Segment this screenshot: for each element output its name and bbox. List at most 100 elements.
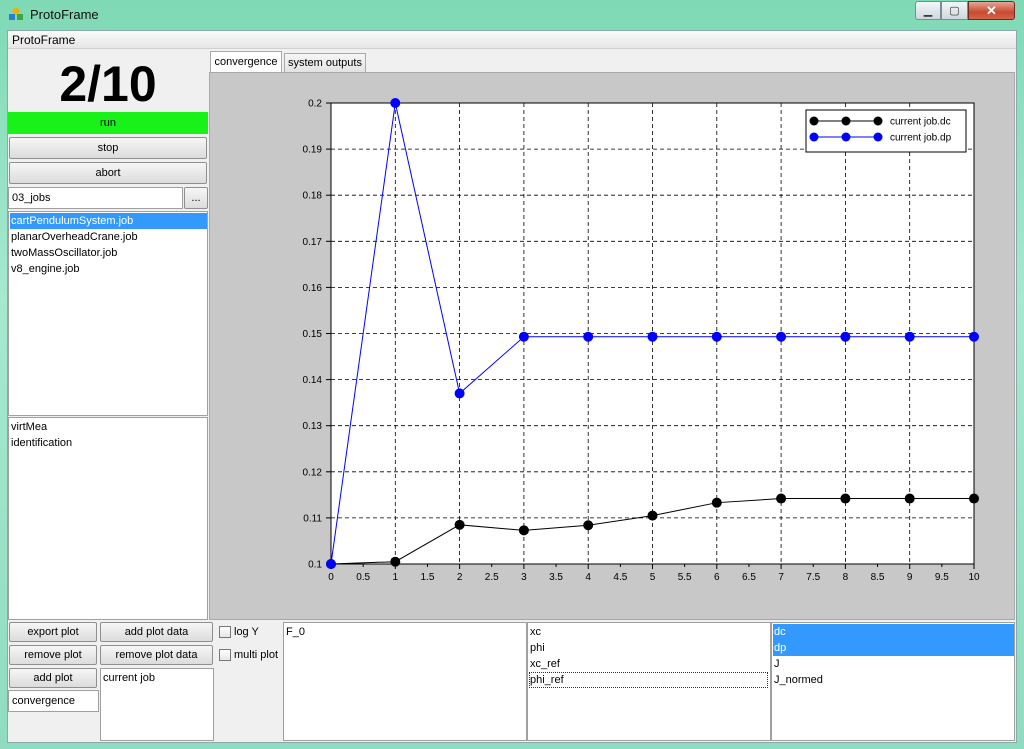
data-point [776, 493, 787, 504]
legend-marker [873, 116, 883, 126]
tab-convergence[interactable]: convergence [210, 51, 282, 72]
multi-plot-label: multi plot [234, 649, 279, 661]
modes-list[interactable]: virtMea identification [8, 417, 208, 620]
list-item-signal[interactable]: phi [529, 640, 545, 656]
menu-item-protoframe[interactable]: ProtoFrame [12, 33, 75, 47]
y-tick-label: 0.12 [303, 467, 323, 478]
maximize-button[interactable]: ▢ [941, 1, 968, 20]
x-tick-label: 3.5 [549, 572, 563, 583]
y-tick-label: 0.1 [308, 560, 322, 571]
data-point [711, 331, 722, 342]
list-item-job[interactable]: v8_engine.job [10, 261, 80, 277]
export-plot-button[interactable]: export plot [9, 622, 97, 642]
add-plot-button[interactable]: add plot [9, 668, 97, 688]
job-counter: 2/10 [59, 56, 157, 112]
x-tick-label: 6 [714, 572, 720, 583]
minimize-button[interactable]: ▁ [915, 1, 941, 20]
legend: current job.dc current job.dp [805, 109, 967, 153]
signal-list[interactable]: xc phi xc_ref phi_ref [527, 622, 771, 741]
list-item-signal[interactable]: xc_ref [529, 656, 560, 672]
run-status-bar[interactable]: run [8, 112, 208, 134]
x-tick-label: 2.5 [485, 572, 499, 583]
add-plot-data-button[interactable]: add plot data [100, 622, 213, 642]
x-tick-label: 8 [843, 572, 849, 583]
data-point [390, 98, 401, 108]
list-item-signal[interactable]: phi_ref [529, 672, 768, 688]
list-item-source[interactable]: current job [102, 670, 155, 686]
list-item-metric[interactable]: J_normed [773, 672, 823, 688]
log-y-label: log Y [234, 626, 259, 638]
data-point [904, 331, 915, 342]
data-point [969, 493, 979, 504]
legend-marker [873, 132, 883, 142]
list-item-job[interactable]: planarOverheadCrane.job [10, 229, 138, 245]
y-tick-label: 0.13 [303, 421, 323, 432]
data-point [583, 331, 594, 342]
browse-button[interactable]: ... [184, 187, 208, 209]
title-bar[interactable] [0, 0, 1024, 30]
list-item-mode[interactable]: virtMea [10, 419, 47, 435]
convergence-chart[interactable]: 0 0.5 1 1.5 2 2.5 3 3.5 4 4.5 5 5.5 6 6.5 7 7.5 8 8.5 9 9.5… [210, 73, 1014, 619]
y-tick-label: 0.14 [303, 375, 323, 386]
menu-bar [8, 31, 1016, 49]
folder-input[interactable]: 03_jobs [8, 187, 183, 209]
data-point [390, 556, 401, 567]
maximize-icon: ▢ [949, 5, 960, 17]
x-tick-label: 10 [968, 572, 980, 583]
x-tick-label: 7.5 [806, 572, 820, 583]
list-item-metric[interactable]: J [773, 656, 780, 672]
remove-plot-button[interactable]: remove plot [9, 645, 97, 665]
legend-label: current job.dc [890, 117, 951, 128]
data-point [711, 497, 722, 508]
abort-button[interactable]: abort [9, 162, 207, 184]
plot-frame: 0 0.5 1 1.5 2 2.5 3 3.5 4 4.5 5 5.5 6 6.5 7 7.5 8 8.5 9 9.5… [209, 72, 1015, 620]
tab-system-outputs[interactable]: system outputs [284, 53, 366, 72]
legend-marker [809, 116, 819, 126]
x-tick-label: 9.5 [935, 572, 949, 583]
x-tick-label: 2 [457, 572, 463, 583]
legend-marker [841, 132, 851, 142]
data-source-list[interactable]: current job [100, 668, 214, 741]
stop-button[interactable]: stop [9, 137, 207, 159]
data-point [454, 388, 465, 399]
x-tick-label: 4.5 [613, 572, 627, 583]
list-item-metric[interactable]: dp [773, 640, 1014, 656]
data-point [647, 331, 658, 342]
data-point [583, 520, 594, 531]
data-point [969, 331, 979, 342]
data-point [647, 510, 658, 521]
y-tick-label: 0.15 [303, 329, 323, 340]
y-tick-label: 0.16 [303, 283, 323, 294]
parameter-list[interactable]: F_0 [283, 622, 527, 741]
data-point [840, 331, 851, 342]
window-title: ProtoFrame [30, 7, 99, 22]
plot-name-input[interactable]: convergence [8, 690, 99, 712]
data-point [518, 525, 529, 536]
list-item-metric[interactable]: dc [773, 624, 1014, 640]
metric-list[interactable]: dc dp J J_normed [771, 622, 1015, 741]
y-tick-label: 0.11 [303, 513, 322, 524]
list-item-signal[interactable]: xc [529, 624, 541, 640]
list-item-mode[interactable]: identification [10, 435, 72, 451]
legend-marker [841, 116, 851, 126]
x-tick-label: 5 [650, 572, 656, 583]
data-point [840, 493, 851, 504]
x-tick-label: 3 [521, 572, 527, 583]
legend-label: current job.dp [890, 133, 952, 144]
data-point [776, 331, 787, 342]
jobs-list[interactable]: cartPendulumSystem.job planarOverheadCra… [8, 211, 208, 416]
app-icon [9, 6, 23, 22]
x-tick-label: 5.5 [678, 572, 692, 583]
multi-plot-checkbox[interactable] [219, 649, 231, 661]
y-tick-label: 0.17 [303, 237, 323, 248]
list-item-param[interactable]: F_0 [285, 624, 305, 640]
x-tick-label: 0.5 [356, 572, 370, 583]
log-y-checkbox[interactable] [219, 626, 231, 638]
remove-plot-data-button[interactable]: remove plot data [100, 645, 213, 665]
data-point [518, 331, 529, 342]
list-item-job[interactable]: cartPendulumSystem.job [10, 213, 207, 229]
close-button[interactable]: ✕ [968, 1, 1015, 20]
x-tick-label: 8.5 [871, 572, 885, 583]
list-item-job[interactable]: twoMassOscillator.job [10, 245, 117, 261]
data-point [326, 559, 336, 569]
